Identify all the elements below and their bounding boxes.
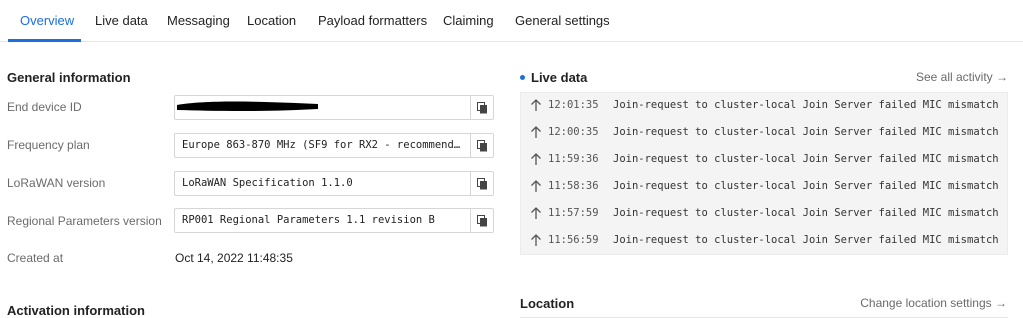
live-dot-icon xyxy=(520,75,525,80)
end-device-id-label: End device ID xyxy=(7,100,82,114)
tab-payload-formatters[interactable]: Payload formatters xyxy=(318,0,427,42)
created-at-label: Created at xyxy=(7,251,64,265)
tab-claiming[interactable]: Claiming xyxy=(443,0,494,42)
event-time: 11:57:59 xyxy=(548,207,599,219)
event-time: 12:00:35 xyxy=(548,126,599,138)
arrow-up-icon xyxy=(531,207,541,219)
activation-information-heading: Activation information xyxy=(7,303,145,318)
change-location-settings-link[interactable]: Change location settings → xyxy=(860,296,1007,310)
copy-icon xyxy=(476,101,487,113)
arrow-up-icon xyxy=(531,234,541,246)
event-row[interactable]: 12:01:35 Join-request to cluster-local J… xyxy=(521,93,1007,120)
tab-bar: Overview Live data Messaging Location Pa… xyxy=(0,0,1023,42)
live-data-heading: Live data xyxy=(531,70,588,85)
tab-location[interactable]: Location xyxy=(247,0,296,42)
end-device-id-value xyxy=(182,96,465,119)
see-all-activity-link[interactable]: See all activity → xyxy=(916,70,1008,84)
regional-parameters-label: Regional Parameters version xyxy=(7,214,162,228)
event-row[interactable]: 11:57:59 Join-request to cluster-local J… xyxy=(521,201,1007,228)
event-time: 11:58:36 xyxy=(548,180,599,192)
tab-overview[interactable]: Overview xyxy=(20,0,74,42)
event-message: Join-request to cluster-local Join Serve… xyxy=(613,207,999,219)
event-message: Join-request to cluster-local Join Serve… xyxy=(613,99,999,111)
event-list[interactable]: 12:01:35 Join-request to cluster-local J… xyxy=(520,92,1008,255)
created-at-value: Oct 14, 2022 11:48:35 xyxy=(175,251,293,265)
copy-end-device-id-button[interactable] xyxy=(470,96,493,119)
arrow-up-icon xyxy=(531,99,541,111)
tab-messaging[interactable]: Messaging xyxy=(167,0,230,42)
tab-live-data[interactable]: Live data xyxy=(95,0,148,42)
regional-parameters-value: RP001 Regional Parameters 1.1 revision B xyxy=(182,214,435,226)
location-heading: Location xyxy=(520,296,575,311)
active-tab-indicator xyxy=(8,39,81,42)
arrow-up-icon xyxy=(531,180,541,192)
event-time: 11:56:59 xyxy=(548,234,599,246)
copy-lorawan-version-button[interactable] xyxy=(470,172,493,195)
tab-general-settings[interactable]: General settings xyxy=(515,0,610,42)
copy-icon xyxy=(476,214,487,226)
copy-regional-parameters-button[interactable] xyxy=(470,209,493,232)
frequency-plan-label: Frequency plan xyxy=(7,138,90,152)
copy-frequency-plan-button[interactable] xyxy=(470,134,493,157)
arrow-up-icon xyxy=(531,153,541,165)
event-row[interactable]: 11:58:36 Join-request to cluster-local J… xyxy=(521,174,1007,201)
copy-icon xyxy=(476,177,487,189)
arrow-up-icon xyxy=(531,126,541,138)
end-device-id-field[interactable] xyxy=(174,95,494,120)
event-row[interactable]: 12:00:35 Join-request to cluster-local J… xyxy=(521,120,1007,147)
event-message: Join-request to cluster-local Join Serve… xyxy=(613,126,999,138)
lorawan-version-value: LoRaWAN Specification 1.1.0 xyxy=(182,177,353,189)
event-message: Join-request to cluster-local Join Serve… xyxy=(613,153,999,165)
event-row[interactable]: 11:56:59 Join-request to cluster-local J… xyxy=(521,228,1007,254)
event-row[interactable]: 11:59:36 Join-request to cluster-local J… xyxy=(521,147,1007,174)
frequency-plan-field[interactable]: Europe 863-870 MHz (SF9 for RX2 - recomm… xyxy=(174,133,494,158)
frequency-plan-value: Europe 863-870 MHz (SF9 for RX2 - recomm… xyxy=(182,139,465,151)
regional-parameters-field[interactable]: RP001 Regional Parameters 1.1 revision B xyxy=(174,208,494,233)
general-information-heading: General information xyxy=(7,70,131,85)
lorawan-version-label: LoRaWAN version xyxy=(7,176,106,190)
live-data-header: Live data See all activity → xyxy=(520,70,1008,86)
event-message: Join-request to cluster-local Join Serve… xyxy=(613,234,999,246)
copy-icon xyxy=(476,139,487,151)
event-message: Join-request to cluster-local Join Serve… xyxy=(613,180,999,192)
lorawan-version-field[interactable]: LoRaWAN Specification 1.1.0 xyxy=(174,171,494,196)
event-time: 12:01:35 xyxy=(548,99,599,111)
event-time: 11:59:36 xyxy=(548,153,599,165)
